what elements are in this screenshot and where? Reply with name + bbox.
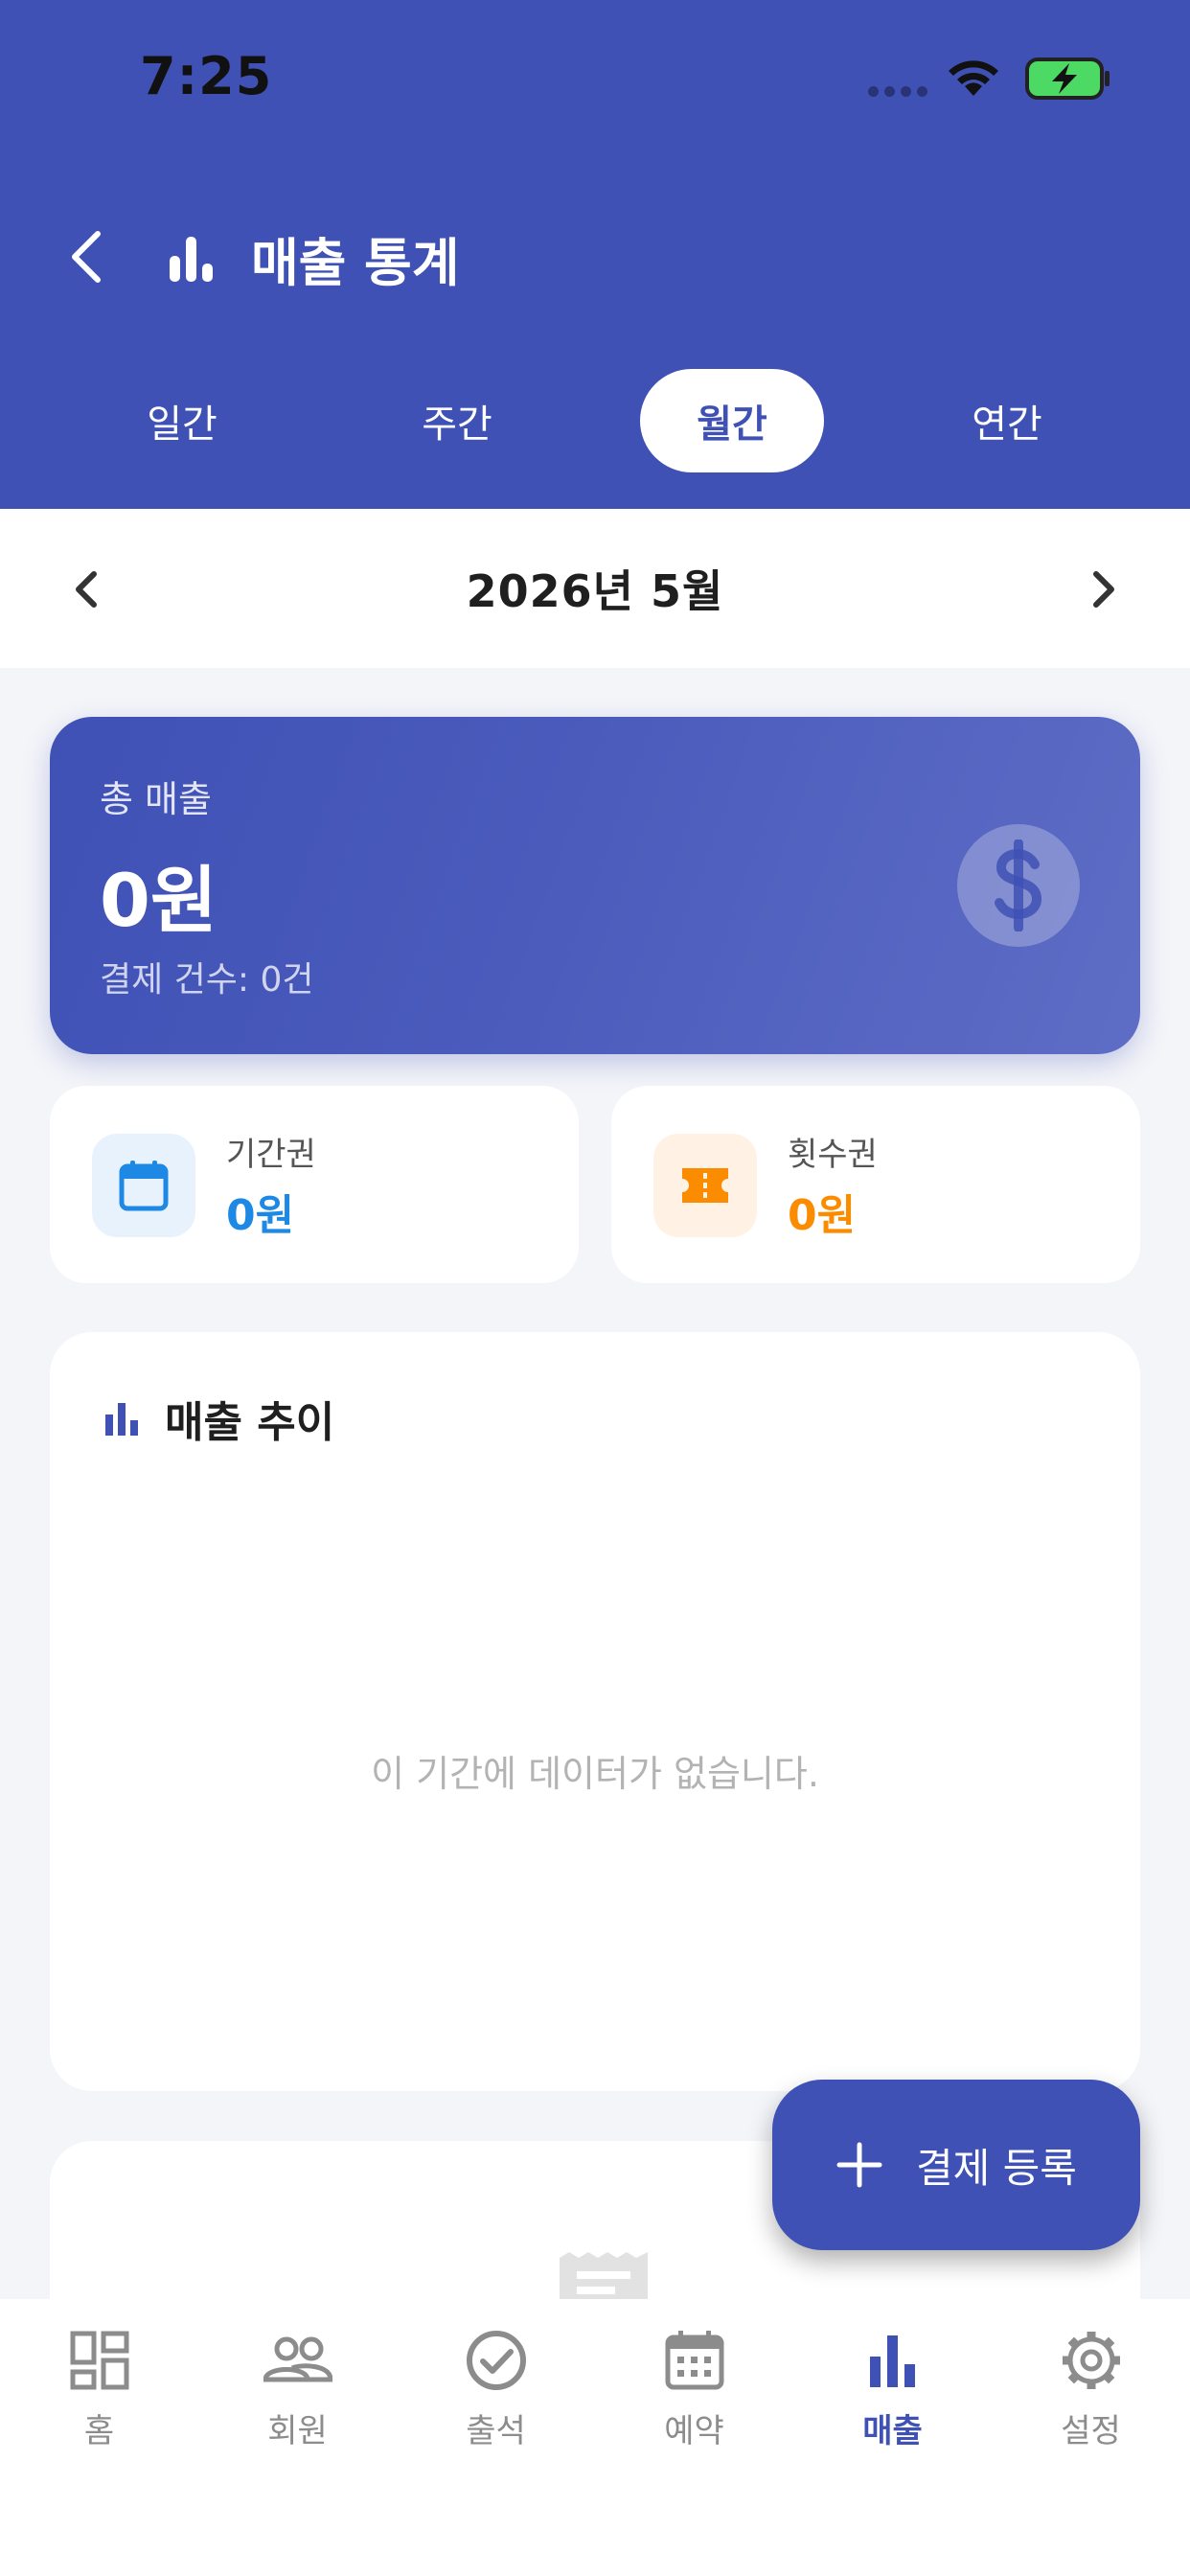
period-pass-value: 0원 — [226, 1191, 295, 1240]
tab-monthly[interactable]: 월간 — [640, 369, 824, 472]
gear-icon — [1062, 2332, 1120, 2389]
page-title: 매출 통계 — [251, 233, 460, 293]
check-circle-icon — [466, 2331, 526, 2390]
nav-label-revenue: 매출 — [862, 2412, 923, 2450]
bar-chart-icon — [170, 237, 213, 282]
people-icon — [263, 2336, 332, 2382]
total-revenue-label: 총 매출 — [100, 778, 212, 820]
payment-count: 결제 건수: 0건 — [100, 960, 314, 1000]
total-revenue-card: 총 매출 0원 결제 건수: 0건 — [50, 717, 1140, 1054]
period-pass-label: 기간권 — [226, 1136, 316, 1174]
back-button[interactable] — [59, 228, 117, 286]
nav-item-members[interactable]: 회원 — [198, 2326, 397, 2470]
nav-label-attendance: 출석 — [466, 2412, 526, 2450]
count-pass-label: 횟수권 — [788, 1136, 878, 1174]
total-revenue-value: 0원 — [100, 858, 217, 943]
register-payment-label: 결제 등록 — [916, 2144, 1077, 2192]
calendar-icon — [92, 1134, 195, 1237]
dollar-icon — [957, 824, 1080, 947]
current-period: 2026년 5월 — [466, 565, 724, 617]
bottom-navigation: 홈 회원 출석 예약 매출 설정 — [0, 2299, 1190, 2576]
count-pass-card: 횟수권 0원 — [611, 1086, 1140, 1283]
bar-chart-icon — [105, 1403, 138, 1436]
revenue-trend-title: 매출 추이 — [165, 1398, 335, 1447]
cellular-signal-icon — [868, 86, 927, 97]
calendar-icon — [665, 2331, 723, 2390]
ticket-icon — [653, 1134, 757, 1237]
dashboard-icon — [70, 2331, 128, 2390]
nav-item-home[interactable]: 홈 — [0, 2326, 198, 2470]
wifi-icon — [949, 60, 998, 96]
battery-charging-icon — [1025, 58, 1110, 100]
tab-weekly[interactable]: 주간 — [365, 369, 549, 472]
date-navigator: 2026년 5월 — [0, 509, 1190, 668]
count-pass-value: 0원 — [788, 1191, 857, 1240]
app-header: 7:25 매출 통계 일간 주간 월간 연간 — [0, 0, 1190, 509]
period-pass-card: 기간권 0원 — [50, 1086, 579, 1283]
nav-label-home: 홈 — [83, 2412, 115, 2450]
nav-label-settings: 설정 — [1061, 2412, 1121, 2450]
nav-label-members: 회원 — [267, 2412, 328, 2450]
register-payment-button[interactable]: 결제 등록 — [772, 2080, 1140, 2250]
nav-label-reservation: 예약 — [664, 2412, 724, 2450]
nav-item-revenue[interactable]: 매출 — [793, 2326, 992, 2470]
nav-item-settings[interactable]: 설정 — [992, 2326, 1190, 2470]
plus-icon — [836, 2142, 882, 2188]
tab-yearly[interactable]: 연간 — [915, 369, 1099, 472]
status-time: 7:25 — [140, 46, 273, 106]
bar-chart-icon — [869, 2335, 915, 2387]
tab-daily[interactable]: 일간 — [90, 369, 274, 472]
empty-state-message: 이 기간에 데이터가 없습니다. — [371, 1753, 819, 1795]
revenue-trend-card: 매출 추이 이 기간에 데이터가 없습니다. — [50, 1332, 1140, 2091]
next-month-button[interactable] — [1073, 559, 1134, 620]
period-tabs: 일간 주간 월간 연간 — [0, 369, 1190, 472]
nav-item-attendance[interactable]: 출석 — [397, 2326, 595, 2470]
nav-item-reservation[interactable]: 예약 — [595, 2326, 793, 2470]
